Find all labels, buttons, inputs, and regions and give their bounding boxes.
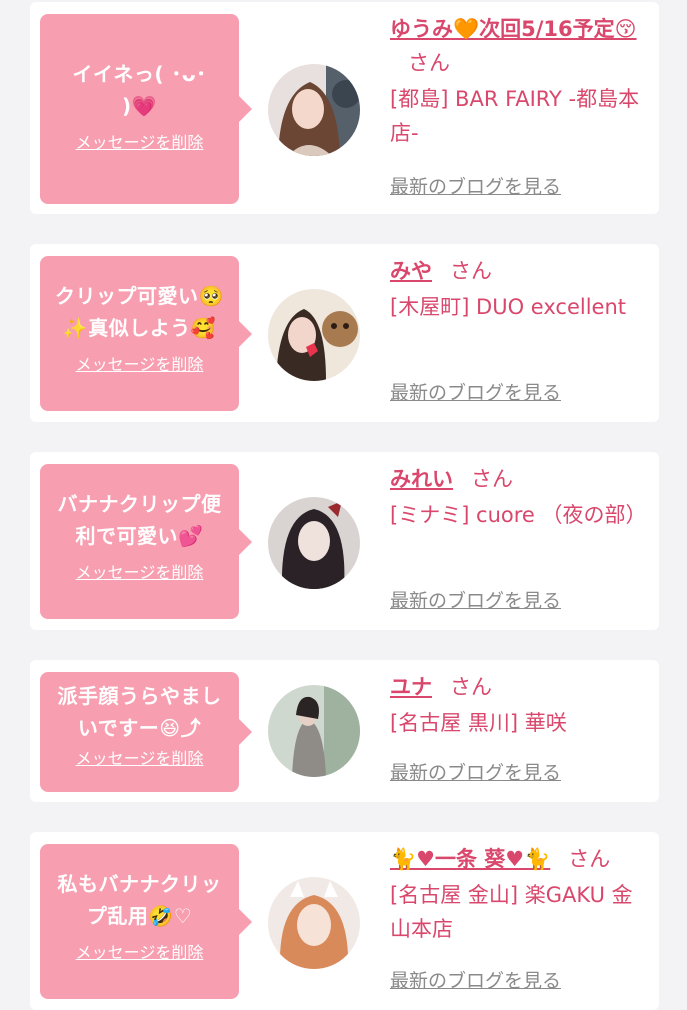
honorific: さん (568, 847, 611, 871)
message-bubble: 私もバナナクリッ プ乱用🤣♡ メッセージを削除 (40, 844, 252, 999)
honorific: さん (471, 467, 513, 491)
cast-name-link[interactable]: ユナ (390, 675, 432, 699)
honorific: さん (450, 675, 492, 699)
latest-blog-link[interactable]: 最新のブログを見る (390, 380, 561, 406)
latest-blog-link[interactable]: 最新のブログを見る (390, 968, 561, 994)
avatar[interactable] (268, 64, 360, 156)
delete-message-link[interactable]: メッセージを削除 (76, 562, 204, 584)
avatar[interactable] (268, 877, 360, 969)
message-text-line: 私もバナナクリッ (57, 872, 222, 896)
shop-name: [名古屋 黒川] 華咲 (390, 711, 567, 735)
cast-info: ユナ さん [名古屋 黒川] 華咲 (390, 670, 650, 740)
message-bubble: クリップ可愛い🥺 ✨真似しよう🥰 メッセージを削除 (40, 256, 252, 411)
cast-name-link[interactable]: みれい (390, 467, 453, 491)
message-text-line: 利で可愛い💕 (75, 524, 204, 548)
cast-name-link[interactable]: ゆうみ🧡次回5/16予定😚 (390, 17, 637, 41)
cast-info: みや さん [木屋町] DUO excellent (390, 254, 650, 324)
honorific: さん (408, 51, 450, 75)
message-text-line: プ乱用🤣♡ (86, 904, 193, 928)
message-text-line: ✨真似しよう🥰 (62, 316, 217, 340)
message-text-line: )💗 (121, 94, 158, 118)
message-text-line: 派手顔うらやまし (57, 684, 222, 708)
message-text-line: いですー😆⤴︎ (77, 716, 202, 740)
cast-name-link[interactable]: みや (390, 259, 432, 283)
cast-info: みれい さん [ミナミ] cuore （夜の部） (390, 462, 650, 532)
latest-blog-link[interactable]: 最新のブログを見る (390, 174, 561, 200)
message-card: クリップ可愛い🥺 ✨真似しよう🥰 メッセージを削除 みや さん [木屋町] DUO… (30, 244, 659, 422)
message-card: 派手顔うらやまし いですー😆⤴︎ メッセージを削除 ユナ さん [名古屋 黒川] … (30, 660, 659, 802)
avatar[interactable] (268, 497, 360, 589)
shop-name: [都島] BAR FAIRY -都島本店- (390, 87, 640, 145)
shop-name: [木屋町] DUO excellent (390, 295, 627, 319)
delete-message-link[interactable]: メッセージを削除 (76, 132, 204, 154)
delete-message-link[interactable]: メッセージを削除 (76, 942, 204, 964)
cast-info: 🐈♥一条 葵♥🐈 さん [名古屋 金山] 楽GAKU 金山本店 (390, 842, 650, 946)
latest-blog-link[interactable]: 最新のブログを見る (390, 588, 561, 614)
message-card: イイネっ( ･ᴗ･ )💗 メッセージを削除 ゆうみ🧡次回5/16予定😚 さん [都… (30, 2, 659, 214)
delete-message-link[interactable]: メッセージを削除 (76, 354, 204, 376)
message-card: 私もバナナクリッ プ乱用🤣♡ メッセージを削除 🐈♥一条 葵♥🐈 さん [名古屋 … (30, 832, 659, 1010)
cast-info: ゆうみ🧡次回5/16予定😚 さん [都島] BAR FAIRY -都島本店- (390, 12, 650, 150)
delete-message-link[interactable]: メッセージを削除 (76, 748, 204, 770)
message-text-line: イイネっ( ･ᴗ･ (72, 62, 207, 86)
message-card: バナナクリップ便 利で可愛い💕 メッセージを削除 みれい さん [ミナミ] cuo… (30, 452, 659, 630)
latest-blog-link[interactable]: 最新のブログを見る (390, 760, 561, 786)
message-bubble: バナナクリップ便 利で可愛い💕 メッセージを削除 (40, 464, 252, 619)
message-bubble: イイネっ( ･ᴗ･ )💗 メッセージを削除 (40, 14, 252, 204)
message-bubble: 派手顔うらやまし いですー😆⤴︎ メッセージを削除 (40, 672, 252, 792)
honorific: さん (450, 259, 492, 283)
shop-name: [名古屋 金山] 楽GAKU 金山本店 (390, 883, 633, 941)
message-text-line: クリップ可愛い🥺 (55, 284, 224, 308)
avatar[interactable] (268, 289, 360, 381)
avatar[interactable] (268, 685, 360, 777)
message-text-line: バナナクリップ便 (57, 492, 222, 516)
shop-name: [ミナミ] cuore （夜の部） (390, 503, 647, 527)
cast-name-link[interactable]: 🐈♥一条 葵♥🐈 (390, 847, 550, 871)
